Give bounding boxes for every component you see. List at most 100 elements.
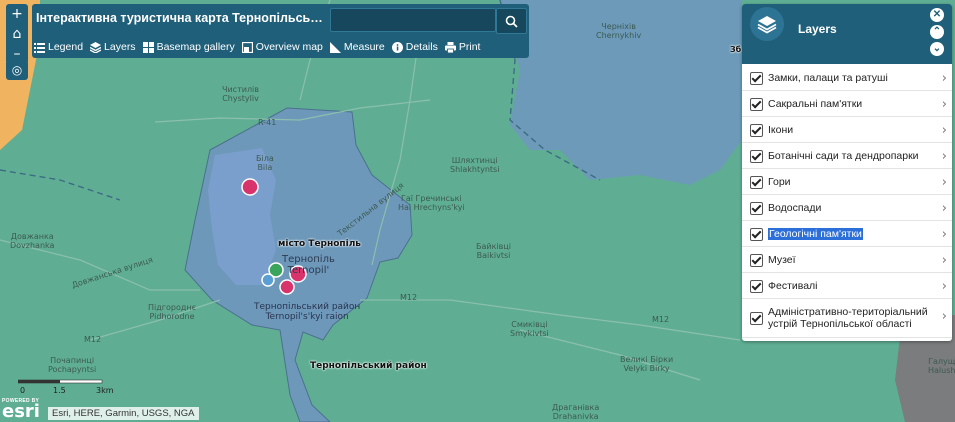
place-label-dovzhanka: Довжанка Dovzhanka — [10, 232, 55, 250]
chevron-right-icon[interactable]: › — [942, 71, 947, 86]
print-icon — [444, 41, 456, 53]
layer-checkbox[interactable] — [750, 201, 763, 215]
home-button[interactable]: ⌂ — [6, 24, 28, 44]
legend-button[interactable]: Legend — [34, 38, 83, 56]
layer-label: Адміністративно-територіальний устрій Те… — [768, 306, 928, 330]
measure-button[interactable]: Measure — [329, 38, 385, 56]
search-icon — [505, 15, 518, 28]
layer-item[interactable]: Сакральні пам'ятки › — [742, 91, 952, 117]
layers-panel-title: Layers — [798, 22, 837, 36]
toolbar: Legend Layers Basemap gallery Overview m… — [32, 38, 480, 56]
layer-list: Замки, палаци та ратуші › Сакральні пам'я… — [742, 65, 952, 338]
layer-label: Фестивалі — [768, 279, 818, 292]
layers-panel: Layers ✕ ⌃ ⌄ Замки, палаци та ратуші › Са… — [742, 4, 952, 341]
close-icon: ✕ — [932, 9, 942, 20]
collapse-down-button[interactable]: ⌄ — [930, 42, 944, 56]
details-button[interactable]: Details — [391, 38, 438, 56]
overview-map-label: Overview map — [255, 41, 323, 53]
app-title: Інтерактивна туристична карта Тернопільс… — [36, 11, 326, 25]
details-label: Details — [405, 41, 438, 53]
layer-checkbox[interactable] — [750, 227, 763, 241]
zoom-controls: + ⌂ – — [6, 4, 28, 64]
layer-label: Водоспади — [768, 201, 822, 214]
layers-panel-header: Layers ✕ ⌃ ⌄ — [742, 4, 952, 64]
legend-label: Legend — [48, 41, 84, 53]
layer-item[interactable]: Ботанічні сади та дендропарки › — [742, 143, 952, 169]
chevron-right-icon[interactable]: › — [942, 175, 947, 190]
esri-wordmark: esri — [2, 401, 40, 422]
chevron-right-icon[interactable]: › — [942, 279, 947, 294]
layer-item[interactable]: Гори › — [742, 169, 952, 195]
measure-label: Measure — [343, 41, 385, 53]
layer-checkbox[interactable] — [750, 97, 763, 111]
layers-panel-icon-circle — [750, 7, 784, 41]
layer-checkbox[interactable] — [750, 253, 763, 267]
place-label-chernykhiv: Черніхів Chernykhiv — [596, 22, 642, 40]
place-label-chystyliv: Чистилів Chystyliv — [222, 85, 259, 103]
print-button[interactable]: Print — [444, 38, 480, 56]
layer-label: Ікони — [768, 123, 794, 136]
legend-icon — [34, 42, 45, 53]
district-label: Тернопільський район — [310, 361, 427, 371]
layer-item[interactable]: Замки, палаци та ратуші › — [742, 65, 952, 91]
place-label-baikivtsi: Байківці Baikivtsi — [476, 242, 512, 260]
layer-item[interactable]: Водоспади › — [742, 195, 952, 221]
scale-label: 1.5 — [53, 386, 66, 395]
scale-label: 3km — [96, 386, 114, 395]
chevron-right-icon[interactable]: › — [942, 149, 947, 164]
layer-checkbox[interactable] — [750, 279, 763, 293]
header-panel: Інтерактивна туристична карта Тернопільс… — [32, 4, 529, 58]
info-icon — [391, 41, 403, 53]
place-label-smykivtsi: Смиківці Smykivtsi — [510, 320, 549, 338]
layer-item[interactable]: Ікони › — [742, 117, 952, 143]
measure-icon — [329, 41, 341, 53]
layer-label: Замки, палаци та ратуші — [768, 71, 888, 84]
chevron-up-icon: ⌃ — [932, 26, 942, 37]
chevron-right-icon[interactable]: › — [942, 227, 947, 242]
search-input[interactable] — [331, 9, 497, 29]
chevron-right-icon[interactable]: › — [942, 201, 947, 216]
layer-label: Гори — [768, 175, 791, 188]
basemap-gallery-button[interactable]: Basemap gallery — [142, 38, 235, 56]
chevron-right-icon[interactable]: › — [942, 97, 947, 112]
road-label-m12: M12 — [652, 315, 670, 324]
district-name-label: Тернопільський район Ternopil's'kyi raion — [254, 302, 361, 322]
layers-icon — [757, 16, 777, 34]
place-label-zb: Зб — [730, 45, 742, 54]
collapse-up-button[interactable]: ⌃ — [930, 25, 944, 39]
place-label-bila: Біла Bila — [256, 154, 274, 172]
layer-label: Музеї — [768, 253, 796, 266]
search-button[interactable] — [496, 8, 527, 34]
road-label-r41: R-41 — [258, 118, 277, 127]
layer-checkbox[interactable] — [750, 149, 763, 163]
layer-checkbox[interactable] — [750, 312, 763, 325]
chevron-right-icon[interactable]: › — [942, 310, 947, 323]
layer-item[interactable]: Фестивалі › — [742, 273, 952, 299]
layer-label: Сакральні пам'ятки — [768, 97, 863, 110]
layer-item[interactable]: Геологічні пам'ятки › — [742, 221, 952, 247]
museum-marker[interactable] — [279, 279, 295, 295]
zoom-in-button[interactable]: + — [6, 4, 28, 24]
city-name-label: Тернопіль Ternopil' — [282, 254, 335, 276]
layer-checkbox[interactable] — [750, 123, 763, 137]
place-label-pochapyntsi: Почапинці Pochapyntsi — [48, 356, 97, 374]
chevron-right-icon[interactable]: › — [942, 253, 947, 268]
overview-icon — [241, 41, 253, 53]
basemap-gallery-label: Basemap gallery — [156, 41, 235, 53]
chevron-right-icon[interactable]: › — [942, 123, 947, 138]
layer-item[interactable]: Музеї › — [742, 247, 952, 273]
scale-label: 0 — [20, 386, 26, 395]
layer-item[interactable]: Адміністративно-територіальний устрій Те… — [742, 299, 952, 338]
layer-label: Ботанічні сади та дендропарки — [768, 149, 919, 162]
layers-button[interactable]: Layers — [90, 38, 136, 56]
layer-checkbox[interactable] — [750, 175, 763, 189]
icon-marker[interactable] — [261, 273, 275, 287]
close-button[interactable]: ✕ — [930, 8, 944, 22]
locate-button[interactable]: ◎ — [6, 60, 28, 80]
museum-marker[interactable] — [241, 178, 259, 196]
city-label: місто Тернопіль — [278, 239, 361, 249]
layer-checkbox[interactable] — [750, 71, 763, 85]
overview-map-button[interactable]: Overview map — [241, 38, 323, 56]
layers-icon — [90, 41, 102, 53]
place-label-hai-hrechynskyi: Гаї Гречинські Hai Hrechyns'kyi — [398, 194, 465, 212]
